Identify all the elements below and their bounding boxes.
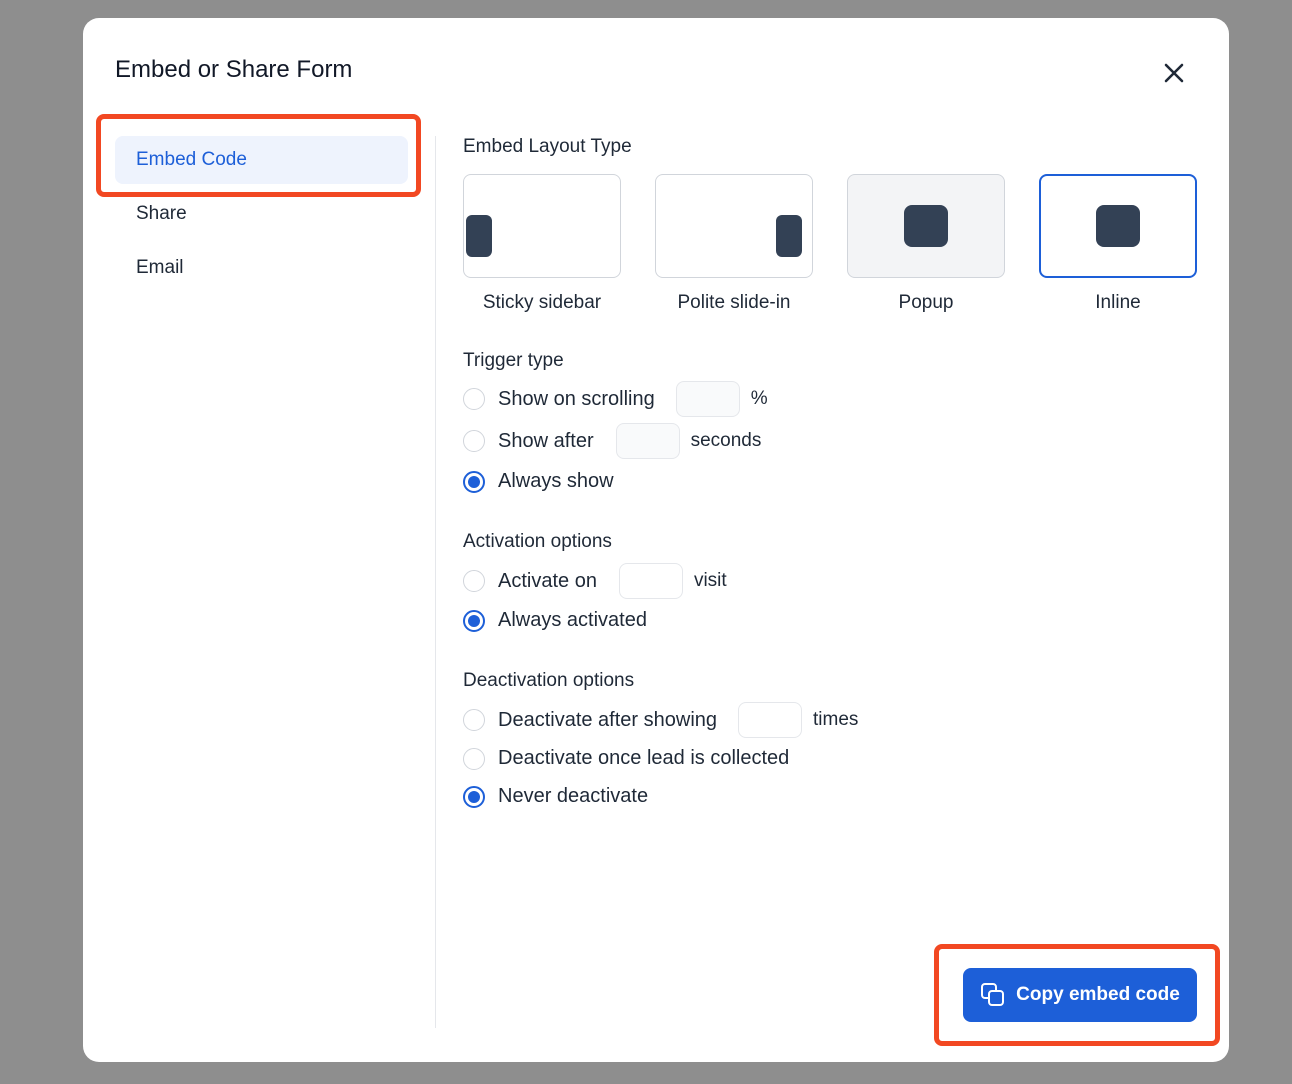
- layout-card-popup[interactable]: [847, 174, 1005, 278]
- sidebar-item-email[interactable]: Email: [115, 244, 408, 292]
- layout-label-inline: Inline: [1095, 292, 1141, 313]
- label-deactivate-once-lead: Deactivate once lead is collected: [498, 747, 790, 769]
- popup-preview-shape: [904, 205, 948, 247]
- label-always-activated: Always activated: [498, 609, 647, 631]
- label-deactivate-after-showing: Deactivate after showing: [498, 708, 718, 731]
- trigger-option-always: Always show: [463, 470, 614, 493]
- close-icon: [1164, 63, 1184, 83]
- modal-title: Embed or Share Form: [115, 56, 353, 83]
- radio-deactivate-once-lead[interactable]: [463, 747, 485, 770]
- activate-on-visit-input[interactable]: [618, 563, 683, 599]
- activation-option-always: Always activated: [463, 609, 647, 632]
- deactivation-option-never: Never deactivate: [463, 785, 648, 808]
- sidebar-item-embed-code[interactable]: Embed Code: [115, 136, 408, 184]
- radio-never-deactivate[interactable]: [463, 785, 485, 808]
- copy-icon: [981, 983, 1005, 1006]
- scroll-percent-input[interactable]: [675, 381, 740, 417]
- deactivation-option-once-lead: Deactivate once lead is collected: [463, 747, 789, 770]
- layout-label-polite-slide-in: Polite slide-in: [677, 292, 791, 313]
- radio-deactivate-after-showing[interactable]: [463, 709, 485, 731]
- show-after-seconds-suffix: seconds: [690, 430, 762, 451]
- radio-show-on-scrolling[interactable]: [463, 388, 485, 410]
- deactivate-times-input[interactable]: [738, 702, 803, 738]
- deactivation-option-after-showing: Deactivate after showing times: [463, 702, 858, 738]
- copy-embed-code-button[interactable]: Copy embed code: [963, 968, 1197, 1022]
- deactivate-times-suffix: times: [813, 709, 859, 730]
- layout-label-popup: Popup: [898, 292, 954, 313]
- label-show-on-scrolling: Show on scrolling: [498, 387, 655, 410]
- sidebar-nav: Embed Code Share Email: [115, 136, 408, 298]
- show-after-seconds-input[interactable]: [615, 423, 680, 459]
- panel-divider: [435, 136, 436, 1028]
- deactivation-options-heading: Deactivation options: [463, 670, 635, 691]
- label-never-deactivate: Never deactivate: [498, 785, 649, 807]
- trigger-option-after: Show after seconds: [463, 423, 761, 459]
- scroll-percent-suffix: %: [750, 388, 768, 409]
- layout-card-polite-slide-in[interactable]: [655, 174, 813, 278]
- radio-show-after[interactable]: [463, 430, 485, 452]
- label-activate-on: Activate on: [498, 569, 597, 592]
- layout-type-heading: Embed Layout Type: [463, 136, 632, 157]
- radio-always-activated[interactable]: [463, 609, 485, 632]
- activation-option-activate-on: Activate on visit: [463, 563, 727, 599]
- trigger-option-scrolling: Show on scrolling %: [463, 381, 768, 417]
- layout-label-sticky-sidebar: Sticky sidebar: [482, 292, 602, 313]
- sidebar-item-share[interactable]: Share: [115, 190, 408, 238]
- copy-embed-code-label: Copy embed code: [1016, 984, 1180, 1005]
- label-always-show: Always show: [498, 470, 614, 492]
- slide-in-preview-shape: [776, 215, 802, 257]
- trigger-type-heading: Trigger type: [463, 350, 564, 371]
- close-button[interactable]: [1159, 58, 1189, 88]
- layout-card-inline[interactable]: [1039, 174, 1197, 278]
- inline-preview-shape: [1096, 205, 1140, 247]
- radio-activate-on[interactable]: [463, 570, 485, 592]
- activation-options-heading: Activation options: [463, 531, 612, 552]
- activate-on-visit-suffix: visit: [693, 570, 727, 591]
- sticky-sidebar-preview-shape: [466, 215, 492, 257]
- radio-always-show[interactable]: [463, 470, 485, 493]
- layout-card-sticky-sidebar[interactable]: [463, 174, 621, 278]
- embed-share-modal: Embed or Share Form Embed Code Share Ema…: [83, 18, 1229, 1062]
- label-show-after: Show after: [498, 429, 594, 452]
